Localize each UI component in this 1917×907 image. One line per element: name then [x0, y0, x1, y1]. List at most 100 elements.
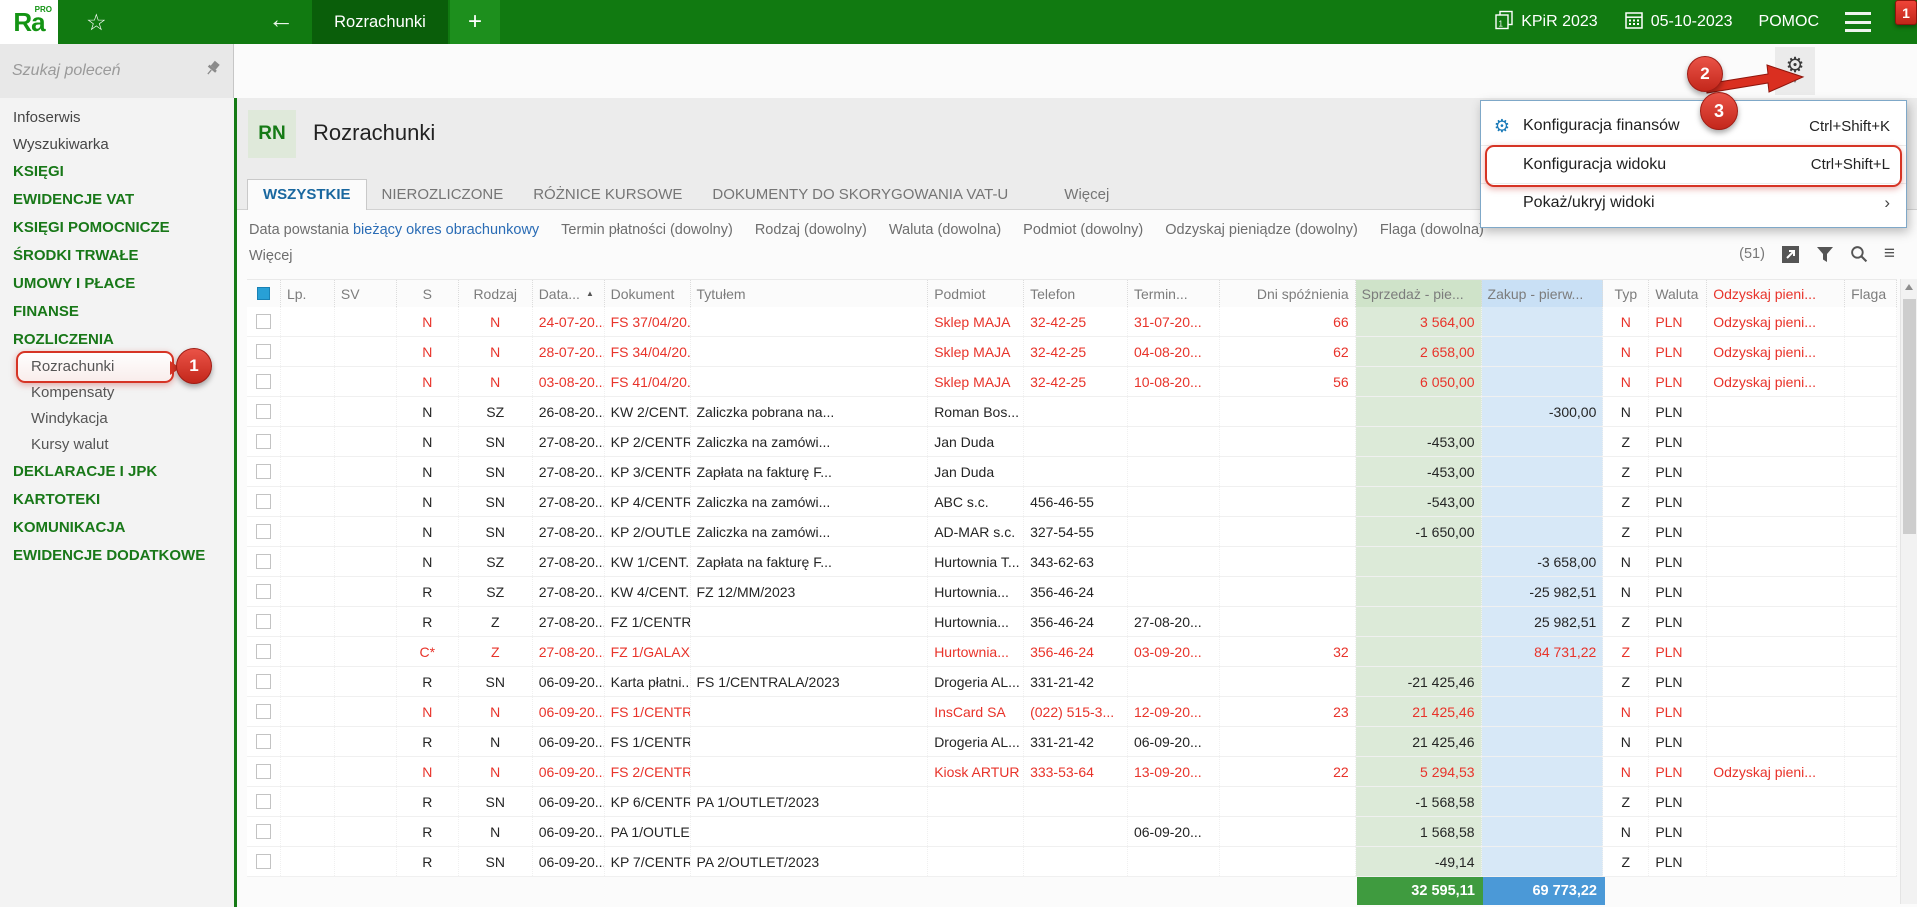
sidebar-item-deklaracje-i-jpk[interactable]: DEKLARACJE I JPK: [0, 458, 234, 486]
row-checkbox[interactable]: [256, 584, 271, 599]
row-checkbox[interactable]: [256, 344, 271, 359]
sidebar-item-kompensaty[interactable]: Kompensaty: [0, 380, 234, 406]
back-arrow-icon[interactable]: ←: [268, 4, 294, 35]
sidebar-item-ewidencje-dodatkowe[interactable]: EWIDENCJE DODATKOWE: [0, 542, 234, 570]
cell-check[interactable]: [247, 307, 281, 336]
cell-check[interactable]: [247, 517, 281, 546]
sidebar-item-komunikacja[interactable]: KOMUNIKACJA: [0, 514, 234, 542]
table-row[interactable]: RSN06-09-20...Karta płatni...FS 1/CENTRA…: [247, 667, 1897, 697]
table-row[interactable]: NSN27-08-20...KP 2/OUTLE...Zaliczka na z…: [247, 517, 1897, 547]
row-checkbox[interactable]: [256, 794, 271, 809]
tab-r-nice-kursowe[interactable]: RÓŻNICE KURSOWE: [518, 180, 697, 209]
cell-check[interactable]: [247, 487, 281, 516]
column-header-zakup[interactable]: Zakup - pierw...: [1482, 280, 1604, 307]
table-row[interactable]: NSZ26-08-20...KW 2/CENT...Zaliczka pobra…: [247, 397, 1897, 427]
sidebar-item-ewidencje-vat[interactable]: EWIDENCJE VAT: [0, 186, 234, 214]
help-menu[interactable]: POMOC: [1759, 13, 1819, 31]
sidebar-item-ksi-gi-pomocnicze[interactable]: KSIĘGI POMOCNICZE: [0, 214, 234, 242]
row-checkbox[interactable]: [256, 644, 271, 659]
vertical-scrollbar[interactable]: [1900, 279, 1917, 904]
table-row[interactable]: NSZ27-08-20...KW 1/CENT...Zapłata na fak…: [247, 547, 1897, 577]
cell-check[interactable]: [247, 397, 281, 426]
date-selector[interactable]: 05-10-2023: [1624, 10, 1733, 35]
column-header-dokument[interactable]: Dokument: [605, 280, 691, 307]
row-checkbox[interactable]: [256, 554, 271, 569]
tab-wi-cej[interactable]: Więcej: [1049, 180, 1124, 209]
sidebar-item-kartoteki[interactable]: KARTOTEKI: [0, 486, 234, 514]
column-header-typ[interactable]: Typ: [1603, 280, 1649, 307]
sidebar-item-infoserwis[interactable]: Infoserwis: [0, 104, 234, 131]
column-header-odzyskaj[interactable]: Odzyskaj pieni...: [1707, 280, 1845, 307]
row-checkbox[interactable]: [256, 464, 271, 479]
column-header-flaga[interactable]: Flaga: [1845, 280, 1897, 307]
table-row[interactable]: NSN27-08-20...KP 3/CENTR...Zapłata na fa…: [247, 457, 1897, 487]
column-header-s[interactable]: S: [397, 280, 459, 307]
table-row[interactable]: RSZ27-08-20...KW 4/CENT...FZ 12/MM/2023H…: [247, 577, 1897, 607]
sidebar-item-kursy-walut[interactable]: Kursy walut: [0, 432, 234, 458]
sidebar-item-umowy-i-p-ace[interactable]: UMOWY I PŁACE: [0, 270, 234, 298]
filter-rodzaj-dowolny[interactable]: Rodzaj (dowolny): [755, 222, 867, 238]
cell-check[interactable]: [247, 787, 281, 816]
column-header-telefon[interactable]: Telefon: [1024, 280, 1128, 307]
row-checkbox[interactable]: [256, 374, 271, 389]
table-row[interactable]: NSN27-08-20...KP 2/CENTR...Zaliczka na z…: [247, 427, 1897, 457]
column-header-sv[interactable]: SV: [335, 280, 397, 307]
favorites-star-icon[interactable]: ☆: [86, 9, 107, 36]
menu-item-konfiguracja-widoku[interactable]: Konfiguracja widokuCtrl+Shift+L: [1481, 145, 1906, 183]
table-row[interactable]: RZ27-08-20...FZ 1/CENTR...Hurtownia...35…: [247, 607, 1897, 637]
export-icon[interactable]: [1781, 245, 1800, 264]
table-row[interactable]: RSN06-09-20...KP 6/CENTR...PA 1/OUTLET/2…: [247, 787, 1897, 817]
filter-flaga-dowolna[interactable]: Flaga (dowolna): [1380, 222, 1484, 238]
column-header-lp[interactable]: Lp.: [281, 280, 335, 307]
sidebar-item-finanse[interactable]: FINANSE: [0, 298, 234, 326]
cell-check[interactable]: [247, 817, 281, 846]
cell-check[interactable]: [247, 607, 281, 636]
table-row[interactable]: NN28-07-20...FS 34/04/20...Sklep MAJA32-…: [247, 337, 1897, 367]
tab-dokumenty-do-skorygowania-vat-u[interactable]: DOKUMENTY DO SKORYGOWANIA VAT-U: [697, 180, 1023, 209]
filter-termin-p-atno-ci-dowolny[interactable]: Termin płatności (dowolny): [561, 222, 733, 238]
cell-check[interactable]: [247, 637, 281, 666]
column-header-data[interactable]: Data...▲: [533, 280, 605, 307]
period-selector[interactable]: 1 KPiR 2023: [1494, 10, 1598, 35]
sidebar-item-rodki-trwa-e[interactable]: ŚRODKI TRWAŁE: [0, 242, 234, 270]
table-row[interactable]: RN06-09-20...FS 1/CENTR...Drogeria AL...…: [247, 727, 1897, 757]
table-row[interactable]: NN24-07-20...FS 37/04/20...Sklep MAJA32-…: [247, 307, 1897, 337]
tab-wszystkie[interactable]: WSZYSTKIE: [247, 179, 367, 210]
column-header-dni[interactable]: Dni spóźnienia: [1220, 280, 1356, 307]
app-logo[interactable]: Ra PRO: [0, 0, 58, 44]
menu-item-konfiguracja-finans-w[interactable]: ⚙Konfiguracja finansówCtrl+Shift+K: [1481, 107, 1906, 145]
filter-waluta-dowolna[interactable]: Waluta (dowolna): [889, 222, 1001, 238]
cell-check[interactable]: [247, 727, 281, 756]
column-header-termin[interactable]: Termin...: [1128, 280, 1220, 307]
table-row[interactable]: RSN06-09-20...KP 7/CENTR...PA 2/OUTLET/2…: [247, 847, 1897, 877]
sidebar-item-ksi-gi[interactable]: KSIĘGI: [0, 158, 234, 186]
cell-check[interactable]: [247, 697, 281, 726]
column-header-waluta[interactable]: Waluta: [1649, 280, 1707, 307]
cell-check[interactable]: [247, 757, 281, 786]
filter-odzyskaj-pieni-dze-dowolny[interactable]: Odzyskaj pieniądze (dowolny): [1165, 222, 1358, 238]
cell-check[interactable]: [247, 367, 281, 396]
cell-check[interactable]: [247, 337, 281, 366]
cell-check[interactable]: [247, 547, 281, 576]
row-checkbox[interactable]: [256, 524, 271, 539]
cell-check[interactable]: [247, 577, 281, 606]
sidebar-item-wyszukiwarka[interactable]: Wyszukiwarka: [0, 131, 234, 158]
column-header-sprzedaz[interactable]: Sprzedaż - pie...: [1356, 280, 1482, 307]
table-row[interactable]: C*Z27-08-20...FZ 1/GALAX...Hurtownia...3…: [247, 637, 1897, 667]
filter-podmiot-dowolny[interactable]: Podmiot (dowolny): [1023, 222, 1143, 238]
cell-check[interactable]: [247, 457, 281, 486]
column-header-tytulem[interactable]: Tytułem: [691, 280, 929, 307]
column-header-podmiot[interactable]: Podmiot: [928, 280, 1024, 307]
sidebar-item-rozrachunki[interactable]: Rozrachunki1: [0, 354, 234, 380]
row-checkbox[interactable]: [256, 404, 271, 419]
new-tab-button[interactable]: +: [450, 0, 500, 44]
row-checkbox[interactable]: [256, 734, 271, 749]
scroll-up-icon[interactable]: [1905, 284, 1913, 290]
module-tab-rozrachunki[interactable]: Rozrachunki: [312, 0, 448, 44]
main-menu-icon[interactable]: [1845, 12, 1871, 32]
row-checkbox[interactable]: [256, 704, 271, 719]
row-checkbox[interactable]: [256, 614, 271, 629]
table-row[interactable]: NN03-08-20...FS 41/04/20...Sklep MAJA32-…: [247, 367, 1897, 397]
filter-data-powstania[interactable]: Data powstania bieżący okres obrachunkow…: [249, 222, 539, 238]
table-row[interactable]: NN06-09-20...FS 2/CENTR...Kiosk ARTUR333…: [247, 757, 1897, 787]
